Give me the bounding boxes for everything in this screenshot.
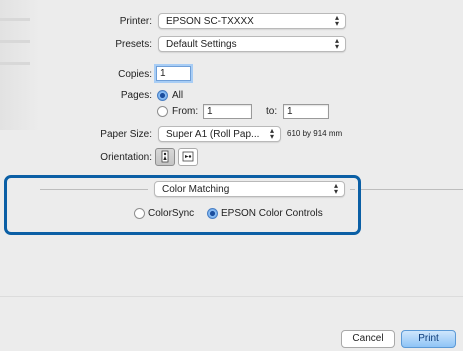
pages-from-label: From: [172, 106, 199, 117]
updown-arrows-icon: ▴ ▾ [269, 126, 274, 141]
orientation-label: Orientation: [100, 152, 152, 163]
print-dialog: Printer: EPSON SC-TXXXX ▴ ▾ Presets: Defa… [0, 0, 463, 351]
copies-label: Copies: [118, 69, 152, 80]
portrait-orientation-icon [161, 150, 169, 163]
pages-from-field[interactable]: 1 [203, 104, 252, 119]
pages-to-field[interactable]: 1 [283, 104, 329, 119]
paper-size-label: Paper Size: [100, 129, 152, 140]
paper-dimensions: 610 by 914 mm [287, 129, 343, 138]
cancel-button[interactable]: Cancel [341, 330, 395, 348]
section-separator-right [360, 189, 463, 190]
paper-size-popup[interactable]: Super A1 (Roll Pap... ▴ ▾ [158, 126, 281, 142]
pages-label: Pages: [120, 90, 152, 101]
presets-value: Default Settings [166, 39, 237, 50]
pages-from-radio[interactable] [157, 106, 168, 117]
background-document-edge [0, 0, 40, 130]
landscape-orientation-button[interactable] [178, 148, 198, 166]
printer-popup[interactable]: EPSON SC-TXXXX ▴ ▾ [158, 13, 346, 29]
updown-arrows-icon: ▴ ▾ [334, 13, 339, 28]
pages-to-label: to: [266, 106, 278, 117]
landscape-orientation-icon [182, 151, 194, 162]
presets-label: Presets: [115, 39, 152, 50]
printer-value: EPSON SC-TXXXX [166, 16, 254, 27]
color-matching-highlight [4, 175, 361, 235]
pages-all-label: All [172, 90, 184, 101]
pages-all-radio[interactable] [157, 90, 168, 101]
bottom-divider [0, 296, 463, 297]
updown-arrows-icon: ▴ ▾ [334, 36, 339, 51]
presets-popup[interactable]: Default Settings ▴ ▾ [158, 36, 346, 52]
printer-label: Printer: [119, 16, 152, 27]
portrait-orientation-button[interactable] [155, 148, 175, 166]
print-button[interactable]: Print [401, 330, 456, 348]
paper-size-value: Super A1 (Roll Pap... [166, 129, 260, 140]
copies-field[interactable]: 1 [156, 66, 191, 81]
